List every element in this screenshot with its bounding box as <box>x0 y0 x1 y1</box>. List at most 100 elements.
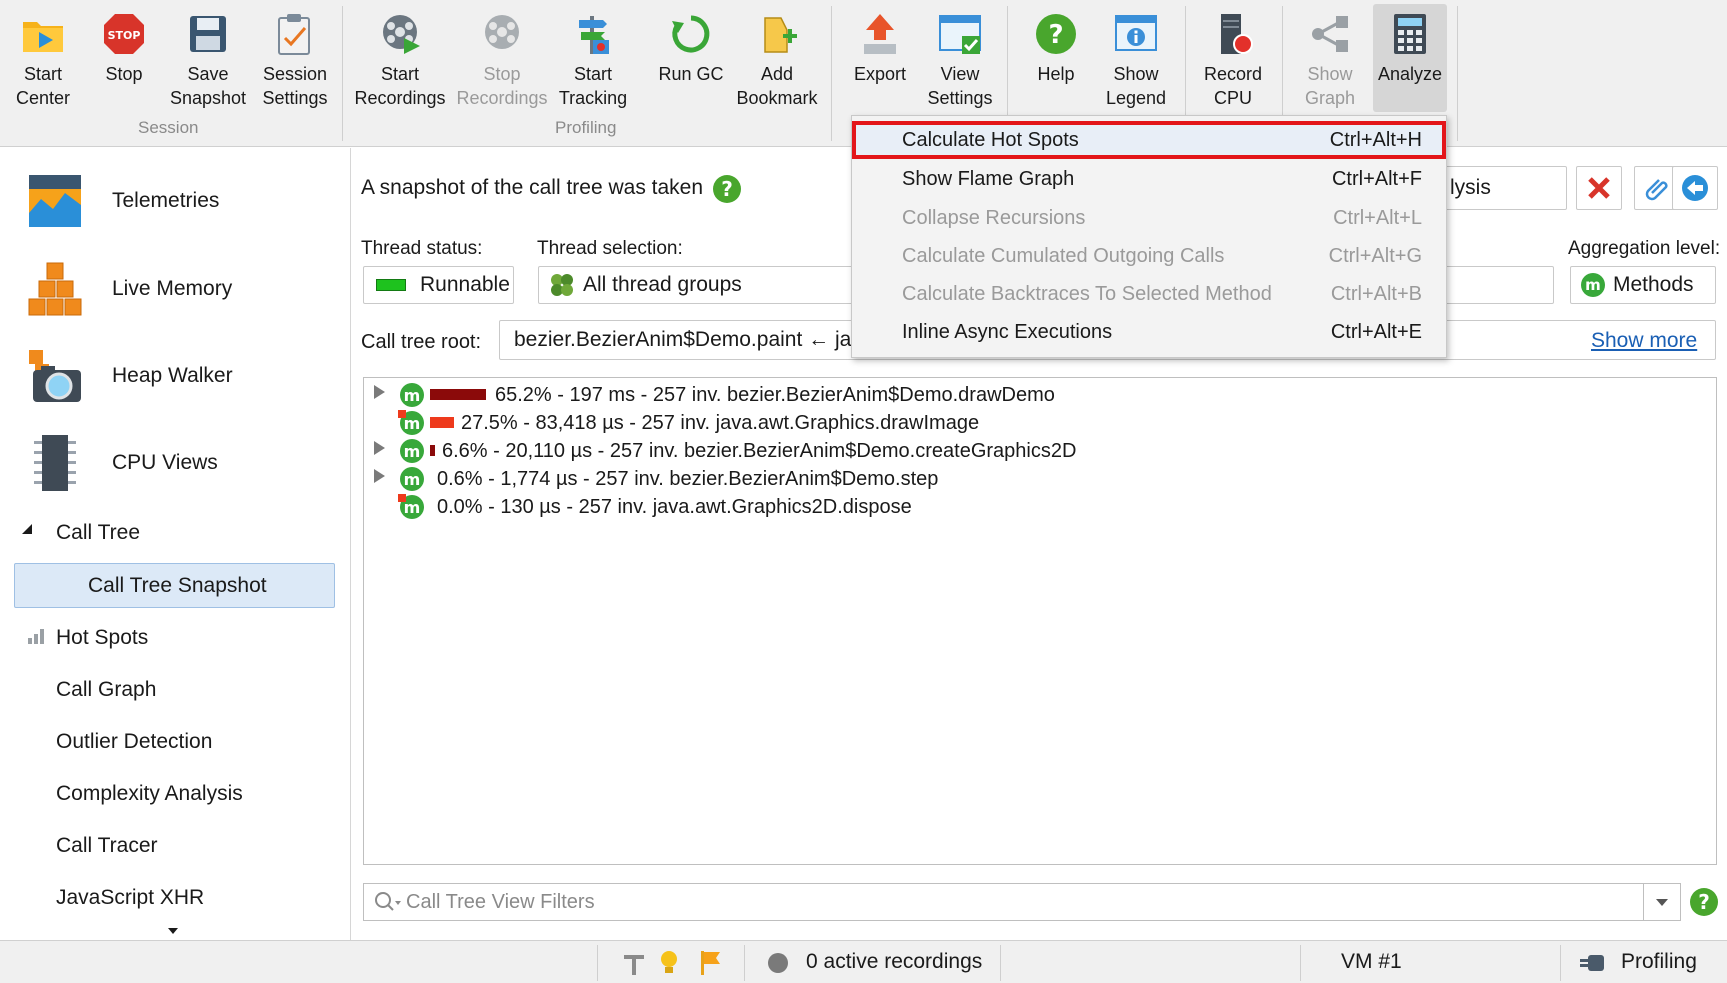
export-arrow-icon <box>856 10 904 58</box>
paperclip-icon <box>1645 179 1668 201</box>
tree-row[interactable]: m 27.5% - 83,418 µs - 257 inv. java.awt.… <box>364 409 1714 437</box>
percent-bar <box>430 445 435 456</box>
stop-label: Stop <box>105 64 143 84</box>
sidebar-item-telemetries[interactable]: Telemetries <box>20 165 340 237</box>
runnable-swatch-icon <box>376 279 406 291</box>
tree-row[interactable]: m 65.2% - 197 ms - 257 inv. bezier.Bezie… <box>364 381 1714 409</box>
analysis-button[interactable]: lysis <box>1439 166 1567 210</box>
aggregation-level-label: Aggregation level: <box>1568 238 1721 259</box>
add-bookmark-button[interactable]: Add Bookmark <box>735 4 819 112</box>
sidebar-item-outlier-detection[interactable]: Outlier Detection <box>56 730 212 754</box>
record-cpu-button[interactable]: Record CPU <box>1193 4 1273 112</box>
flag-icon[interactable] <box>698 949 722 977</box>
vm-number-text: VM #1 <box>1341 950 1402 973</box>
analyze-label: Analyze <box>1377 64 1443 84</box>
run-gc-button[interactable]: Run GC <box>652 4 730 112</box>
menu-item-inline-async[interactable]: Inline Async Executions Ctrl+Alt+E <box>852 313 1446 351</box>
collapse-triangle-icon[interactable] <box>22 524 32 534</box>
sidebar-item-label: Live Memory <box>112 277 233 300</box>
graph-nodes-icon <box>1306 10 1354 58</box>
tree-row[interactable]: m 0.0% - 130 µs - 257 inv. java.awt.Grap… <box>364 493 1714 521</box>
method-icon: m <box>1581 273 1605 297</box>
scroll-down-icon[interactable] <box>168 928 178 934</box>
session-settings-label: Session Settings <box>262 64 328 108</box>
tree-row[interactable]: m 0.6% - 1,774 µs - 257 inv. bezier.Bezi… <box>364 465 1714 493</box>
sidebar-item-call-tracer[interactable]: Call Tracer <box>56 834 158 858</box>
sidebar-item-label: Heap Walker <box>112 364 233 387</box>
show-more-link[interactable]: Show more <box>1591 329 1698 353</box>
sidebar-item-call-tree[interactable]: Call Tree <box>56 521 140 545</box>
expand-arrow-icon[interactable] <box>374 441 385 455</box>
menu-item-label: Calculate Backtraces To Selected Method <box>902 282 1272 305</box>
menu-item-backtraces[interactable]: Calculate Backtraces To Selected Method … <box>852 275 1446 313</box>
tree-row-text: 27.5% - 83,418 µs - 257 inv. java.awt.Gr… <box>461 411 980 434</box>
filter-help-icon[interactable]: ? <box>1690 888 1718 916</box>
menu-item-label: Calculate Hot Spots <box>902 128 1079 151</box>
menu-item-label: Calculate Cumulated Outgoing Calls <box>902 244 1225 267</box>
start-recordings-button[interactable]: Start Recordings <box>352 4 448 112</box>
thread-selection-value: All thread groups <box>583 273 742 296</box>
stop-recordings-button[interactable]: Stop Recordings <box>454 4 550 112</box>
start-center-button[interactable]: Start Center <box>6 4 80 112</box>
percent-bar <box>430 417 454 428</box>
sidebar-item-cpu-views[interactable]: CPU Views <box>20 427 340 499</box>
toolbar-separator <box>1457 6 1458 141</box>
live-memory-icon <box>20 254 90 324</box>
filter-dropdown-button[interactable] <box>1643 884 1680 920</box>
chevron-down-icon <box>1656 899 1668 906</box>
help-button[interactable]: ? Help <box>1016 4 1096 112</box>
plug-icon <box>1580 955 1604 971</box>
heap-walker-icon <box>20 341 90 411</box>
save-snapshot-button[interactable]: Save Snapshot <box>167 4 249 112</box>
delete-button[interactable] <box>1576 166 1622 210</box>
menu-item-cumulated-outgoing-calls[interactable]: Calculate Cumulated Outgoing Calls Ctrl+… <box>852 237 1446 275</box>
close-icon <box>1588 177 1610 199</box>
stop-button[interactable]: STOP Stop <box>88 4 160 112</box>
show-legend-button[interactable]: Show Legend <box>1096 4 1176 112</box>
export-button[interactable]: Export <box>842 4 918 112</box>
sidebar-item-complexity-analysis[interactable]: Complexity Analysis <box>56 782 243 806</box>
status-separator <box>1560 945 1561 981</box>
start-tracking-label: Start Tracking <box>558 64 628 108</box>
info-window-icon <box>1112 10 1160 58</box>
lightbulb-icon[interactable] <box>658 949 680 977</box>
view-settings-button[interactable]: View Settings <box>920 4 1000 112</box>
sidebar-item-javascript-xhr[interactable]: JavaScript XHR <box>56 886 204 910</box>
menu-item-calculate-hot-spots[interactable]: Calculate Hot Spots Ctrl+Alt+H <box>852 121 1446 159</box>
aggregation-level-selector[interactable]: m Methods <box>1570 266 1716 304</box>
status-separator <box>744 945 745 981</box>
session-settings-button[interactable]: Session Settings <box>256 4 334 112</box>
method-icon: m <box>400 439 424 463</box>
sidebar-item-call-tree-snapshot[interactable]: Call Tree Snapshot <box>14 563 335 608</box>
cpu-views-icon <box>20 428 90 498</box>
status-separator <box>1000 945 1001 981</box>
pin-icon[interactable] <box>620 949 648 977</box>
analyze-button[interactable]: Analyze <box>1373 4 1447 112</box>
expand-arrow-icon[interactable] <box>374 469 385 483</box>
back-arrow-icon <box>1682 175 1708 201</box>
sidebar-item-live-memory[interactable]: Live Memory <box>20 253 340 325</box>
window-check-icon <box>936 10 984 58</box>
menu-item-show-flame-graph[interactable]: Show Flame Graph Ctrl+Alt+F <box>852 160 1446 198</box>
show-graph-button[interactable]: Show Graph <box>1290 4 1370 112</box>
status-separator <box>597 945 598 981</box>
back-button[interactable] <box>1672 166 1718 210</box>
tree-row[interactable]: m 6.6% - 20,110 µs - 257 inv. bezier.Bez… <box>364 437 1714 465</box>
expand-arrow-icon[interactable] <box>374 385 385 399</box>
save-snapshot-label: Save Snapshot <box>169 64 247 108</box>
sidebar-item-hot-spots[interactable]: Hot Spots <box>56 626 148 650</box>
help-label: Help <box>1037 64 1075 84</box>
menu-item-collapse-recursions[interactable]: Collapse Recursions Ctrl+Alt+L <box>852 199 1446 237</box>
folder-play-icon <box>19 10 67 58</box>
info-help-icon[interactable]: ? <box>713 175 741 203</box>
snapshot-info-text: A snapshot of the call tree was taken <box>361 176 704 199</box>
start-tracking-button[interactable]: Start Tracking <box>556 4 630 112</box>
sidebar-item-call-graph[interactable]: Call Graph <box>56 678 156 702</box>
menu-item-shortcut: Ctrl+Alt+L <box>1333 206 1422 229</box>
menu-item-label: Show Flame Graph <box>902 167 1075 190</box>
show-legend-label: Show Legend <box>1105 64 1167 108</box>
thread-status-selector[interactable]: Runnable <box>363 266 514 304</box>
call-tree-filter-input[interactable]: Call Tree View Filters <box>363 883 1681 921</box>
sidebar-item-heap-walker[interactable]: Heap Walker <box>20 340 340 412</box>
analyze-menu: Calculate Hot Spots Ctrl+Alt+H Show Flam… <box>851 115 1447 358</box>
